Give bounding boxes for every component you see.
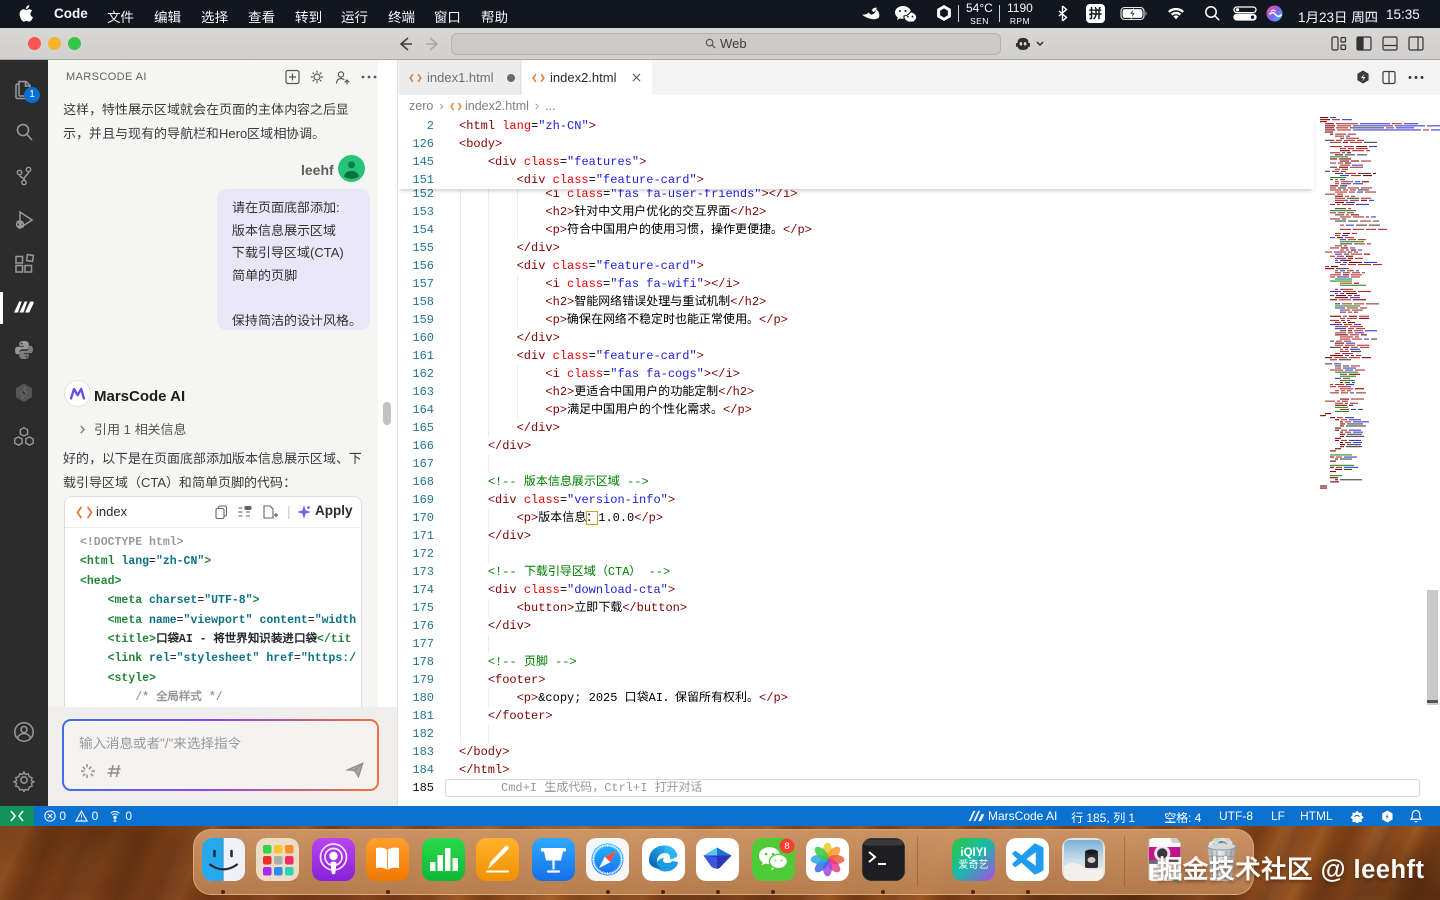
svg-text:爱奇艺: 爱奇艺	[959, 858, 989, 871]
svg-text:8: 8	[784, 841, 789, 852]
svg-text:iQIYI: iQIYI	[960, 847, 986, 859]
